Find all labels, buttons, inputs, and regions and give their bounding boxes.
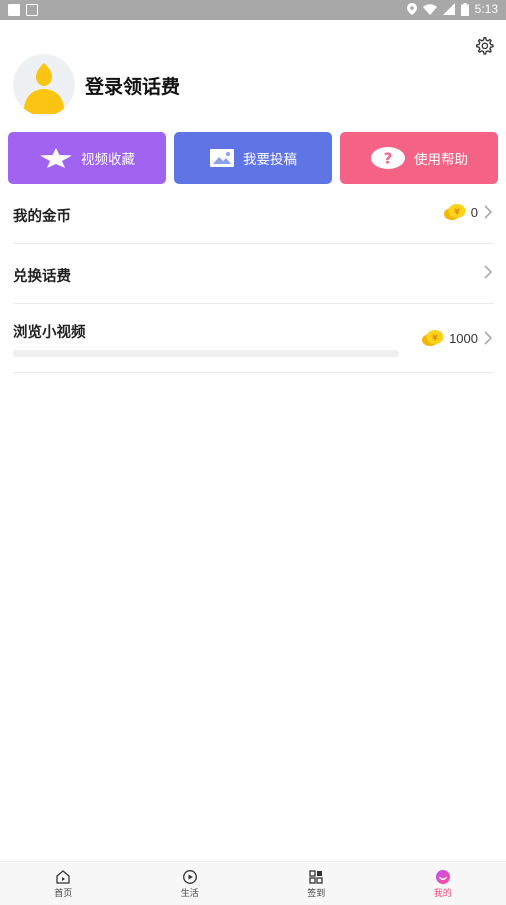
profile-icon	[435, 869, 450, 884]
question-icon: ?	[371, 147, 405, 169]
chevron-right-icon	[484, 205, 493, 219]
tab-mine-label: 我的	[433, 888, 452, 899]
wifi-icon	[422, 3, 437, 15]
browse-videos-row[interactable]: 浏览小视频 ¥ 1000	[13, 304, 494, 373]
help-button[interactable]: ? 使用帮助	[340, 132, 498, 184]
image-icon	[210, 149, 234, 167]
video-favorites-button[interactable]: 视频收藏	[8, 132, 166, 184]
tab-home-label: 首页	[54, 888, 73, 899]
browse-videos-label: 浏览小视频	[13, 325, 86, 341]
svg-text:?: ?	[384, 150, 393, 168]
play-circle-icon	[182, 869, 197, 884]
my-coins-label: 我的金币	[13, 209, 71, 225]
svg-text:¥: ¥	[432, 334, 438, 343]
location-icon	[406, 3, 417, 15]
tab-checkin-label: 签到	[307, 888, 326, 899]
tab-life-label: 生活	[180, 888, 199, 899]
tab-home[interactable]: 首页	[0, 862, 127, 905]
grid-icon	[309, 869, 323, 884]
chevron-right-icon	[484, 265, 493, 279]
coin-icon: ¥	[443, 204, 466, 220]
status-bar: 5:13	[0, 0, 506, 20]
menu-list: 我的金币 ¥ 0 兑换话费 浏览小视频 ¥ 1000	[13, 184, 494, 373]
coin-icon: ¥	[422, 330, 444, 346]
tab-checkin[interactable]: 签到	[253, 862, 380, 905]
profile-header[interactable]: 登录领话费	[13, 54, 180, 116]
tab-life[interactable]: 生活	[127, 862, 254, 905]
help-label: 使用帮助	[414, 152, 468, 168]
star-icon	[40, 148, 72, 168]
login-title[interactable]: 登录领话费	[85, 72, 180, 99]
exchange-credit-row[interactable]: 兑换话费	[13, 244, 494, 304]
notification-icon	[8, 4, 20, 16]
submit-video-button[interactable]: 我要投稿	[174, 132, 332, 184]
my-coins-value: 0	[470, 204, 478, 220]
signal-icon	[442, 3, 455, 15]
home-icon	[56, 869, 70, 884]
status-time: 5:13	[474, 2, 498, 16]
exchange-credit-label: 兑换话费	[13, 269, 71, 285]
browse-progress-bar	[13, 350, 399, 357]
action-buttons: 视频收藏 我要投稿 ? 使用帮助	[8, 132, 498, 184]
submit-video-label: 我要投稿	[243, 152, 297, 168]
video-favorites-label: 视频收藏	[81, 152, 135, 168]
my-coins-row[interactable]: 我的金币 ¥ 0	[13, 184, 494, 244]
tab-mine[interactable]: 我的	[380, 862, 506, 905]
user-avatar-icon	[24, 63, 64, 114]
image-notification-icon	[26, 4, 38, 16]
chevron-right-icon	[484, 331, 493, 345]
avatar[interactable]	[13, 54, 75, 116]
battery-icon	[460, 2, 469, 16]
svg-text:¥: ¥	[454, 208, 460, 217]
browse-videos-reward: 1000	[449, 330, 478, 346]
gear-icon[interactable]	[474, 36, 494, 56]
bottom-tab-bar: 首页 生活 签到 我的	[0, 861, 506, 905]
